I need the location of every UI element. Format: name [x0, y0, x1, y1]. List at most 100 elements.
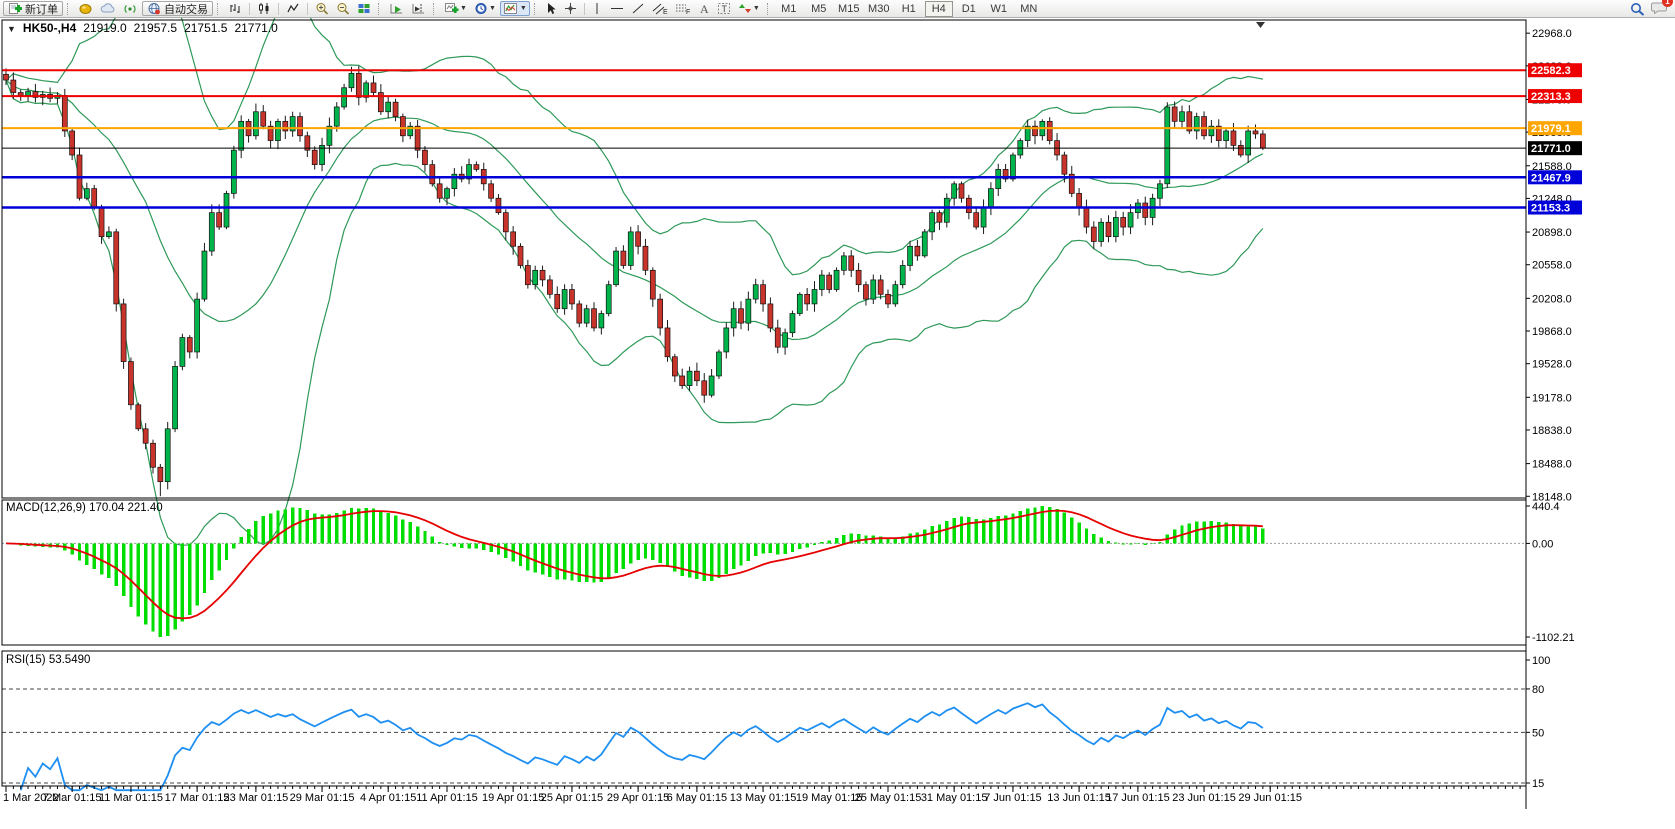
crosshair-button[interactable]: [561, 1, 580, 16]
tf-button-W1[interactable]: W1: [985, 1, 1013, 17]
search-icon[interactable]: [1630, 2, 1645, 16]
svg-text:-1102.21: -1102.21: [1532, 632, 1575, 644]
svg-text:18488.0: 18488.0: [1532, 459, 1572, 471]
bar-chart-button[interactable]: [225, 1, 245, 16]
x-axis-label: 4 Apr 01:15: [360, 792, 416, 804]
chart-shift-button[interactable]: [408, 1, 429, 16]
candlestick-icon: [257, 2, 271, 15]
svg-text:21771.0: 21771.0: [1531, 143, 1571, 155]
x-axis-label: 13 Jun 01:15: [1047, 792, 1111, 804]
x-axis-label: 19 May 01:15: [796, 792, 863, 804]
text-button[interactable]: A: [695, 1, 713, 16]
tile-windows-icon: [357, 2, 371, 15]
zoom-in-button[interactable]: [312, 1, 332, 16]
periods-button[interactable]: ▼: [471, 1, 499, 16]
svg-text:A: A: [700, 2, 709, 15]
dropdown-caret-icon: ▼: [489, 5, 496, 12]
x-axis-label: 7 Jun 01:15: [984, 792, 1042, 804]
ohlc-open: 21919.0: [83, 21, 126, 35]
svg-text:20898.0: 20898.0: [1532, 227, 1572, 239]
signals-icon: [123, 2, 138, 15]
new-order-icon: [8, 2, 22, 15]
svg-text:100: 100: [1532, 655, 1550, 667]
chart-ohlc-header: ▼ HK50-,H4 21919.0 21957.5 21751.5 21771…: [7, 21, 278, 35]
svg-text:22313.3: 22313.3: [1531, 91, 1571, 103]
x-axis-label: 17 Jun 01:15: [1106, 792, 1170, 804]
indicators-button[interactable]: ▼: [500, 1, 530, 16]
cloud-button[interactable]: [97, 1, 119, 16]
arrows-icon: [738, 2, 752, 15]
main-toolbar: 新订单 自动交易: [0, 0, 1675, 18]
horizontal-line-icon: [610, 2, 624, 15]
rsi-label: RSI(15) 53.5490: [6, 654, 90, 666]
signals-button[interactable]: [120, 1, 141, 16]
x-axis-label: 11 Mar 01:15: [99, 792, 163, 804]
market-button[interactable]: [75, 1, 96, 16]
vertical-line-button[interactable]: [589, 1, 606, 16]
x-axis-label: 25 May 01:15: [855, 792, 922, 804]
tf-button-M15[interactable]: M15: [835, 1, 863, 17]
x-axis-label: 23 Mar 01:15: [223, 792, 288, 804]
svg-text:T: T: [721, 4, 727, 14]
toolbar-grip: [378, 3, 381, 15]
equidistant-channel-button[interactable]: E: [649, 1, 671, 16]
zoom-out-button[interactable]: [333, 1, 353, 16]
text-label-button[interactable]: T: [714, 1, 734, 16]
auto-scroll-button[interactable]: [386, 1, 407, 16]
cursor-icon: [545, 2, 557, 15]
globe-icon: [147, 2, 161, 15]
text-icon: A: [698, 2, 710, 15]
timeframe-bar: M1M5M15M30H1H4D1W1MN: [775, 1, 1043, 17]
trendline-icon: [631, 2, 645, 15]
new-order-button[interactable]: 新订单: [3, 1, 63, 16]
autotrade-button[interactable]: 自动交易: [142, 1, 213, 16]
chart-menu-arrow-icon: ▼: [7, 24, 16, 34]
auto-scroll-icon: [389, 2, 404, 15]
toolbar-grip: [433, 3, 436, 15]
equidistant-channel-icon: E: [652, 2, 668, 15]
svg-text:22968.0: 22968.0: [1532, 28, 1572, 40]
zoom-out-icon: [336, 2, 350, 15]
x-axis-label: 11 Apr 01:15: [416, 792, 478, 804]
svg-text:15: 15: [1532, 778, 1544, 790]
fibonacci-icon: F: [675, 2, 691, 15]
fibonacci-button[interactable]: F: [672, 1, 694, 16]
ohlc-high: 21957.5: [134, 21, 177, 35]
line-chart-button[interactable]: [283, 1, 303, 16]
tf-button-M30[interactable]: M30: [865, 1, 893, 17]
svg-text:0.00: 0.00: [1532, 538, 1553, 550]
bar-chart-icon: [228, 2, 242, 15]
tf-button-MN[interactable]: MN: [1015, 1, 1043, 17]
new-chart-icon: [444, 2, 459, 15]
horizontal-line-button[interactable]: [607, 1, 627, 16]
tf-button-M1[interactable]: M1: [775, 1, 803, 17]
svg-text:50: 50: [1532, 727, 1544, 739]
svg-text:21153.3: 21153.3: [1531, 203, 1570, 215]
x-axis-label: 29 Jun 01:15: [1238, 792, 1302, 804]
toolbar-separator: [278, 3, 279, 15]
notifications-button[interactable]: 1: [1651, 0, 1668, 17]
chart-shift-icon: [411, 2, 426, 15]
text-label-icon: T: [717, 2, 731, 15]
vertical-line-icon: [592, 2, 602, 15]
tile-windows-button[interactable]: [354, 1, 374, 16]
svg-text:440.4: 440.4: [1532, 501, 1560, 513]
tf-button-H4[interactable]: H4: [925, 1, 953, 17]
x-axis-label: 29 Mar 01:15: [290, 792, 355, 804]
candlestick-button[interactable]: [254, 1, 274, 16]
arrows-button[interactable]: ▼: [735, 1, 763, 16]
chart-canvas[interactable]: 22968.022628.022278.021938.021588.021248…: [0, 17, 1675, 829]
new-order-label: 新订单: [25, 1, 58, 17]
notification-badge: 1: [1662, 0, 1673, 7]
cursor-button[interactable]: [542, 1, 560, 16]
tf-button-D1[interactable]: D1: [955, 1, 983, 17]
tf-button-H1[interactable]: H1: [895, 1, 923, 17]
trendline-button[interactable]: [628, 1, 648, 16]
dropdown-caret-icon: ▼: [753, 5, 760, 12]
new-chart-button[interactable]: ▼: [441, 1, 470, 16]
x-axis-label: 23 Jun 01:15: [1172, 792, 1236, 804]
toolbar-grip: [67, 3, 70, 15]
macd-label: MACD(12,26,9) 170.04 221.40: [6, 502, 163, 514]
tf-button-M5[interactable]: M5: [805, 1, 833, 17]
clock-icon: [474, 2, 488, 15]
